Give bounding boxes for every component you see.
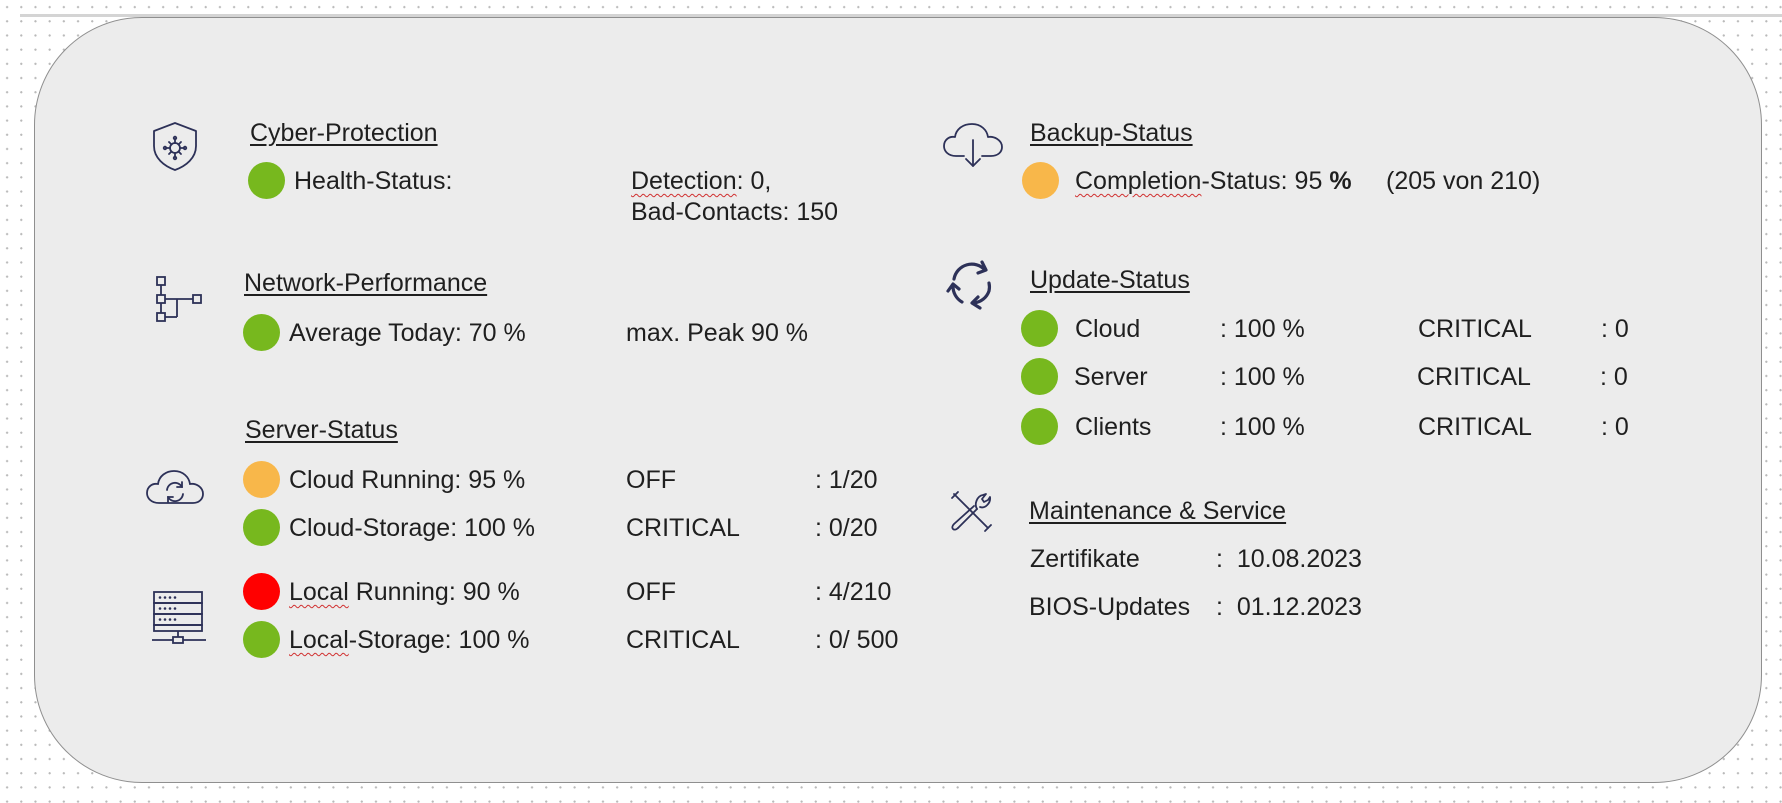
cloud-running-indicator	[243, 461, 280, 498]
cloud-running-value: : 1/20	[815, 466, 878, 494]
update-server-indicator	[1021, 358, 1058, 395]
local-storage-label-post: -Storage: 100 %	[348, 626, 530, 654]
server-rack-icon	[150, 590, 208, 646]
local-storage-indicator	[243, 621, 280, 658]
cloud-download-icon	[942, 120, 1004, 168]
update-clients-name: Clients	[1075, 413, 1152, 441]
local-running-label-post: Running: 90 %	[348, 578, 520, 606]
completion-percent-sign: %	[1329, 167, 1352, 195]
shield-virus-icon	[148, 120, 202, 172]
server-status-title: Server-Status	[245, 416, 398, 444]
update-cloud-value: : 100 %	[1220, 315, 1305, 343]
backup-completion-text: Completion-Status: 95 %	[1075, 166, 1352, 196]
local-running-value: : 4/210	[815, 578, 892, 606]
local-storage-value: : 0/ 500	[815, 626, 899, 654]
refresh-icon	[944, 258, 998, 312]
zertifikate-value: : 10.08.2023	[1216, 545, 1362, 573]
update-server-critical-label: CRITICAL	[1417, 363, 1531, 391]
local-storage-label: Local-Storage: 100 %	[289, 625, 529, 655]
update-cloud-critical-value: : 0	[1601, 315, 1629, 343]
completion-text: -Status: 95	[1201, 167, 1330, 195]
update-clients-critical-value: : 0	[1601, 413, 1629, 441]
completion-label: Completion	[1075, 167, 1202, 195]
network-average-indicator	[243, 314, 280, 351]
cloud-storage-label: Cloud-Storage: 100 %	[289, 514, 535, 542]
cloud-running-state: OFF	[626, 466, 676, 494]
bios-updates-value: : 01.12.2023	[1216, 593, 1362, 621]
cloud-running-label: Cloud Running: 95 %	[289, 466, 526, 494]
cloud-sync-icon	[145, 466, 205, 506]
update-server-value: : 100 %	[1220, 363, 1305, 391]
local-running-label-pre: Local	[289, 578, 349, 606]
cloud-storage-indicator	[243, 509, 280, 546]
bios-updates-label: BIOS-Updates	[1029, 593, 1191, 621]
network-average-text: Average Today: 70 %	[289, 319, 526, 347]
cyber-protection-title: Cyber-Protection	[250, 119, 438, 147]
cloud-storage-state: CRITICAL	[626, 514, 740, 542]
cloud-storage-value: : 0/20	[815, 514, 878, 542]
detection-text: Detection: 0,	[631, 166, 771, 196]
health-status-label: Health-Status:	[294, 167, 453, 195]
network-peak-text: max. Peak 90 %	[626, 319, 809, 347]
local-running-indicator	[243, 573, 280, 610]
local-running-label: Local Running: 90 %	[289, 577, 520, 607]
local-running-state: OFF	[626, 578, 676, 606]
update-server-name: Server	[1074, 363, 1148, 391]
update-status-title: Update-Status	[1030, 266, 1190, 294]
tools-icon	[950, 490, 994, 534]
update-cloud-critical-label: CRITICAL	[1418, 315, 1532, 343]
update-clients-value: : 100 %	[1220, 413, 1305, 441]
detection-label: Detection	[631, 167, 737, 195]
update-cloud-indicator	[1021, 310, 1058, 347]
bad-contacts-value: : 150	[782, 198, 839, 226]
update-clients-critical-label: CRITICAL	[1418, 413, 1532, 441]
backup-status-title: Backup-Status	[1030, 119, 1193, 147]
local-storage-state: CRITICAL	[626, 626, 740, 654]
zertifikate-label: Zertifikate	[1030, 545, 1140, 573]
local-storage-label-pre: Local	[289, 626, 349, 654]
detection-value: : 0,	[736, 167, 772, 195]
update-clients-indicator	[1021, 408, 1058, 445]
maintenance-title: Maintenance & Service	[1029, 497, 1287, 525]
backup-count: (205 von 210)	[1386, 167, 1541, 195]
network-tree-icon	[155, 275, 205, 325]
network-performance-title: Network-Performance	[244, 269, 488, 297]
update-server-critical-value: : 0	[1600, 363, 1628, 391]
update-cloud-name: Cloud	[1075, 315, 1141, 343]
backup-completion-indicator	[1022, 162, 1059, 199]
bad-contacts-text: Bad-Contacts: 150	[631, 197, 838, 227]
bad-contacts-label: Bad-Contacts	[631, 198, 783, 226]
health-status-indicator	[248, 162, 285, 199]
